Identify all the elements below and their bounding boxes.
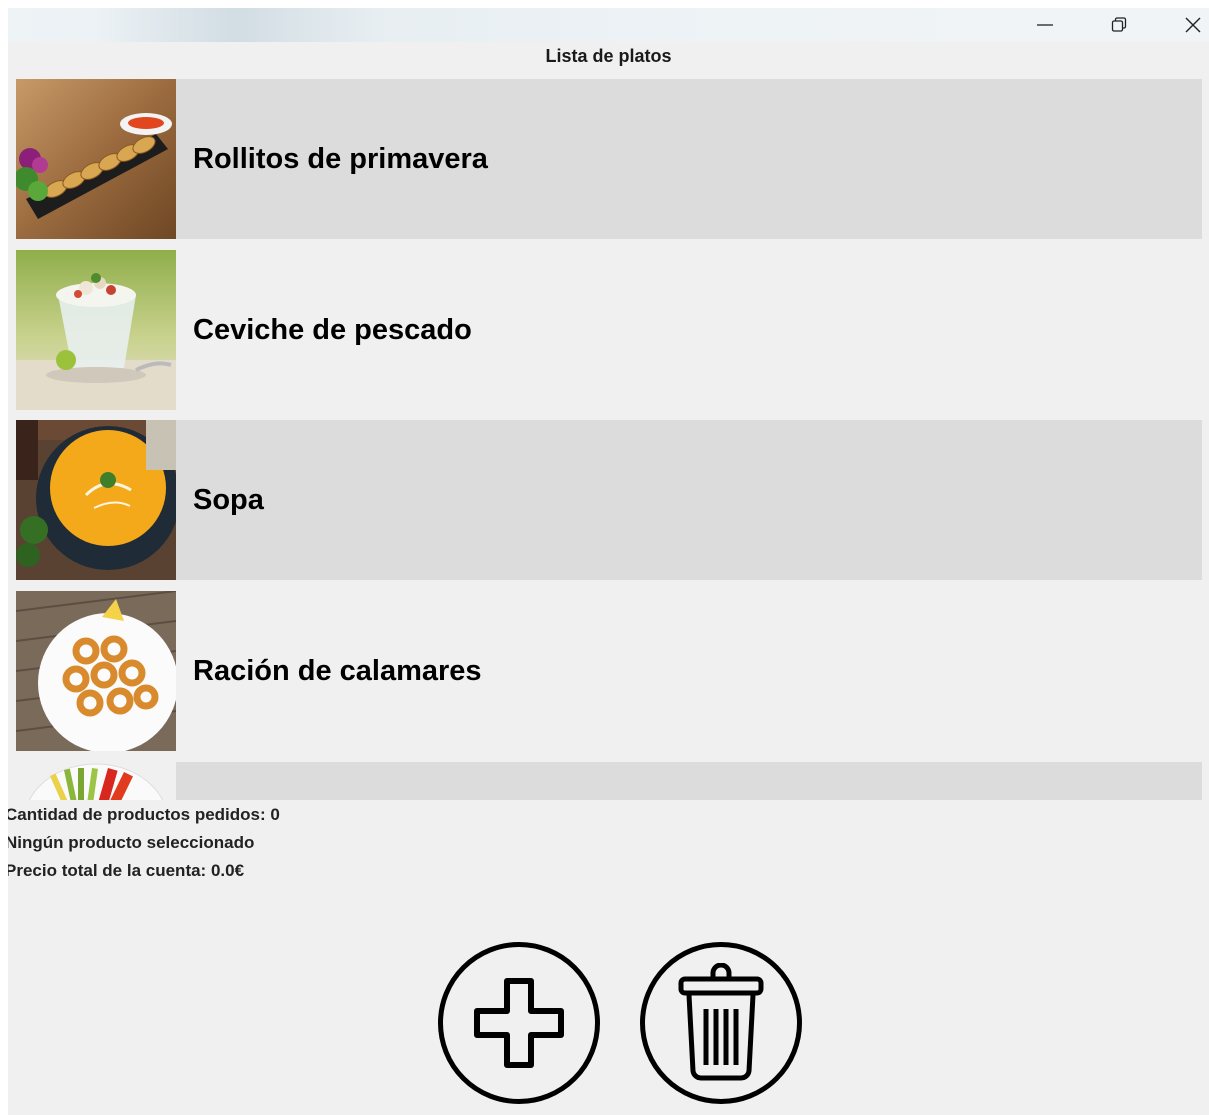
title-bar-background-blur — [96, 8, 376, 42]
spring-rolls-photo — [16, 79, 176, 239]
minimize-icon — [1037, 24, 1053, 26]
page-title: Lista de platos — [545, 46, 672, 66]
restore-button[interactable] — [1082, 8, 1156, 42]
app-window: Lista de platos Rollitos de primavera Ce… — [8, 8, 1209, 1115]
delete-button[interactable] — [640, 942, 802, 1104]
title-bar — [8, 8, 1209, 42]
dish-list[interactable]: Rollitos de primavera Ceviche de pescado… — [16, 79, 1202, 800]
add-button[interactable] — [438, 942, 600, 1104]
list-item-calamari[interactable]: Ración de calamares — [16, 591, 1202, 751]
trash-icon — [678, 963, 764, 1081]
list-item-soup[interactable]: Sopa — [16, 420, 1202, 580]
dish-name: Ración de calamares — [193, 654, 482, 687]
plus-icon — [474, 978, 564, 1068]
vegetables-photo — [16, 762, 176, 800]
total-price-label: Precio total de la cuenta: 0.0€ — [8, 861, 245, 880]
dish-name: Rollitos de primavera — [193, 142, 488, 175]
list-item-vegetables[interactable] — [16, 762, 1202, 800]
dish-name: Ceviche de pescado — [193, 313, 472, 346]
soup-photo — [16, 420, 176, 580]
list-item-ceviche[interactable]: Ceviche de pescado — [16, 250, 1202, 410]
restore-icon — [1111, 17, 1127, 32]
calamari-photo — [16, 591, 176, 751]
ceviche-photo — [16, 250, 176, 410]
close-button[interactable] — [1156, 8, 1209, 42]
dish-name: Sopa — [193, 483, 264, 516]
minimize-button[interactable] — [1008, 8, 1082, 42]
close-icon — [1185, 17, 1201, 33]
selection-label: Ningún producto seleccionado — [8, 833, 255, 852]
list-item-spring-rolls[interactable]: Rollitos de primavera — [16, 79, 1202, 239]
quantity-label: Cantidad de productos pedidos: 0 — [8, 805, 280, 824]
